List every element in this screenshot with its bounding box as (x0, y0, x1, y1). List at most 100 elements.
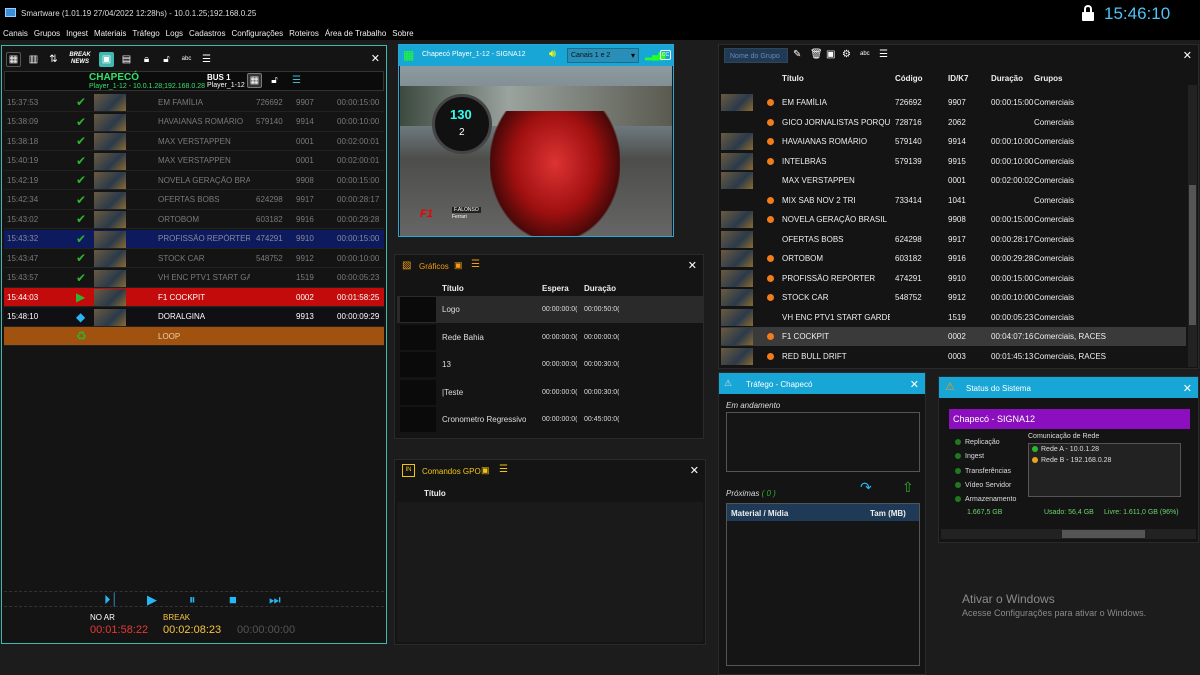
material-row[interactable]: EM FAMÍLIA 726692 9907 00:00:15:00 Comerciai… (721, 93, 1186, 112)
grafico-title: |Teste (442, 387, 464, 397)
material-row[interactable]: OFERTAS BOBS 624298 9917 00:00:28:17 Comerci… (721, 229, 1186, 249)
material-row[interactable]: GICO JORNALISTAS PORQUE D 728716 2062 Comer… (721, 112, 1186, 132)
grafico-row[interactable]: Rede Bahia 00:00:00:0(00:00:00:0( (397, 323, 703, 351)
f1-logo: F1 (420, 208, 433, 220)
material-row[interactable]: NOVELA GERAÇÃO BRASIL 9908 00:00:15:00 Come… (721, 210, 1186, 229)
grafico-title: Logo (442, 305, 460, 314)
playlist-row[interactable]: 15:43:57 ✔ VH ENC PTV1 START GARDI 1519 00:0… (4, 268, 384, 288)
row-duration: 00:00:09:29 (337, 312, 380, 321)
material-row[interactable]: INTELBRÁS 579139 9915 00:00:10:00 Comerciais (721, 151, 1186, 171)
menu-cadastros[interactable]: Cadastros (186, 27, 228, 40)
menu-canais[interactable]: Canais (0, 27, 31, 40)
material-row[interactable]: STOCK CAR 548752 9912 00:00:10:00 Comerciais (721, 288, 1186, 307)
col-tamanho[interactable]: Tam (MB) (870, 509, 906, 518)
lock-icon[interactable] (1082, 5, 1094, 21)
step-play-icon[interactable]: ⏵⏐ (104, 592, 118, 608)
menu-trafego[interactable]: Tráfego (129, 27, 162, 40)
playlist-row[interactable]: 15:38:09 ✔ HAVAIANAS ROMÁRIO 579140 9914 00:0… (4, 112, 384, 132)
status-dot (767, 333, 774, 340)
row-title: STOCK CAR (158, 253, 205, 263)
material-id: 9910 (948, 273, 966, 283)
save-icon[interactable]: ▣ (481, 465, 490, 476)
cc-button[interactable]: CC (660, 50, 671, 60)
material-row[interactable]: HAVAIANAS ROMÁRIO 579140 9914 00:00:10:00 Co… (721, 132, 1186, 151)
material-groups: Comerciais, RACES (1034, 351, 1107, 361)
vertical-scrollbar[interactable] (1188, 85, 1197, 367)
playlist-row[interactable]: 15:40:19 ✔ MAX VERSTAPPEN 0001 00:02:00:01 (4, 151, 384, 171)
check-icon: ✔ (76, 251, 87, 265)
menu-grupos[interactable]: Grupos (31, 27, 63, 40)
material-row[interactable]: MAX VERSTAPPEN 0001 00:02:00:02 Comerciais (721, 171, 1186, 190)
grafico-duracao: 00:45:00:0( (584, 416, 620, 423)
grafico-row[interactable]: Logo 00:00:00:0(00:00:50:0( (397, 296, 703, 323)
material-row[interactable]: RED BULL DRIFT 0003 00:01:45:13 Comerciais,… (721, 346, 1186, 366)
material-row[interactable]: ORTOBOM 603182 9916 00:00:29:28 Comerciais (721, 249, 1186, 268)
material-id: 9912 (948, 293, 966, 302)
playlist-row[interactable]: 15:42:19 ✔ NOVELA GERAÇÃO BRASIL 9908 00:00:… (4, 171, 384, 190)
status-dot (767, 216, 774, 223)
row-code: 474291 (256, 234, 283, 243)
row-id: 9914 (296, 117, 314, 126)
menu-sobre[interactable]: Sobre (389, 27, 416, 40)
next-icon[interactable]: ⏭ (269, 592, 281, 608)
speaker-icon[interactable]: 🔊︎ (549, 48, 556, 61)
row-title: NOVELA GERAÇÃO BRASIL (158, 175, 250, 185)
playlist-row[interactable]: 15:43:02 ✔ ORTOBOM 603182 9916 00:00:29:28 (4, 210, 384, 229)
grafico-row[interactable]: 13 00:00:00:0(00:00:30:0( (397, 351, 703, 378)
audio-channel-select[interactable]: Canais 1 e 2 ▾ (567, 48, 639, 63)
menu-configuracoes[interactable]: Configurações (229, 27, 287, 40)
playlist-row[interactable]: 15:37:53 ✔ EM FAMÍLIA 726692 9907 00:00:15:00 (4, 93, 384, 112)
material-row[interactable]: VH ENC PTV1 START GARDE F 1519 00:00:05:23… (721, 307, 1186, 327)
material-title: MIX SAB NOV 2 TRI (782, 195, 856, 205)
grafico-row[interactable]: |Teste 00:00:00:0(00:00:30:0( (397, 378, 703, 406)
playlist-row[interactable]: 15:43:32 ✔ PROFISSÃO REPÓRTER 474291 9910 00:… (4, 229, 384, 249)
row-time: 15:42:34 (7, 195, 39, 204)
playlist-row[interactable]: 15:42:34 ✔ OFERTAS BOBS 624298 9917 00:00:28:… (4, 190, 384, 210)
grafico-title: 13 (442, 360, 451, 369)
status-panel: ⚠ Status do Sistema ✕ Chapecó - SIGNA12 … (938, 376, 1199, 543)
upload-icon[interactable]: ⇧ (902, 479, 914, 496)
check-icon: ✔ (76, 134, 87, 148)
menu-materiais[interactable]: Materiais (91, 27, 129, 40)
playlist-row[interactable]: 15:44:03 ▶ F1 COCKPIT 0002 00:01:58:25 (4, 288, 384, 307)
col-titulo[interactable]: Título (424, 489, 446, 498)
col-material[interactable]: Material / Mídia (731, 509, 788, 518)
row-title: EM FAMÍLIA (158, 97, 203, 107)
material-row[interactable]: MIX SAB NOV 2 TRI 733414 1041 Comerciais (721, 190, 1186, 210)
material-groups: Comerciais (1034, 137, 1075, 146)
material-groups: Comerciais (1034, 273, 1075, 283)
stop-icon[interactable]: ■ (229, 592, 237, 607)
material-code: 548752 (895, 293, 922, 302)
play-icon[interactable]: ▶ (147, 592, 157, 608)
network-item: Rede A - 10.0.1.28 (1032, 446, 1099, 453)
row-thumbnail (94, 308, 126, 326)
title-bar: Smartware (1.01.19 27/04/2022 12:28hs) -… (0, 0, 1200, 27)
material-id: 1041 (948, 195, 966, 205)
menu-roteiros[interactable]: Roteiros (286, 27, 322, 40)
network-dot (1032, 457, 1038, 464)
material-id: 9914 (948, 137, 966, 146)
material-id: 0002 (948, 332, 966, 341)
playlist-row[interactable]: 15:43:47 ✔ STOCK CAR 548752 9912 00:00:10:00 (4, 249, 384, 268)
check-icon: ✔ (76, 192, 87, 207)
grafico-row[interactable]: Cronometro Regressivo 00:00:00:0(00:45:00… (397, 406, 703, 433)
material-groups: Comerciais (1034, 254, 1075, 263)
menu-ingest[interactable]: Ingest (63, 27, 91, 40)
close-icon[interactable]: ✕ (690, 464, 699, 477)
menu-area-trabalho[interactable]: Área de Trabalho (322, 27, 389, 40)
row-id: 0001 (296, 156, 314, 165)
material-groups: Comerciais, RACES (1034, 332, 1107, 341)
playlist-row[interactable]: 15:48:10 ◆ DORALGINA 9913 00:00:09:29 (4, 307, 384, 327)
menu-logs[interactable]: Logs (163, 27, 186, 40)
pause-icon[interactable]: ⏸ (189, 592, 196, 608)
close-icon[interactable]: ✕ (910, 378, 919, 391)
status-dot (767, 255, 774, 262)
horizontal-scrollbar[interactable] (941, 529, 1196, 539)
material-row[interactable]: F1 COCKPIT 0002 00:04:07:16 Comerciais, RAC… (721, 327, 1186, 346)
playlist-row[interactable]: ♻ LOOP (4, 327, 384, 346)
playlist-row[interactable]: 15:38:18 ✔ MAX VERSTAPPEN 0001 00:02:00:01 (4, 132, 384, 151)
material-row[interactable]: PROFISSÃO REPÓRTER 474291 9910 00:00:15:00 C… (721, 268, 1186, 288)
menu-icon[interactable]: ☰ (499, 464, 508, 475)
refresh-icon[interactable]: ↷ (860, 479, 872, 496)
material-title: NOVELA GERAÇÃO BRASIL (782, 215, 887, 224)
